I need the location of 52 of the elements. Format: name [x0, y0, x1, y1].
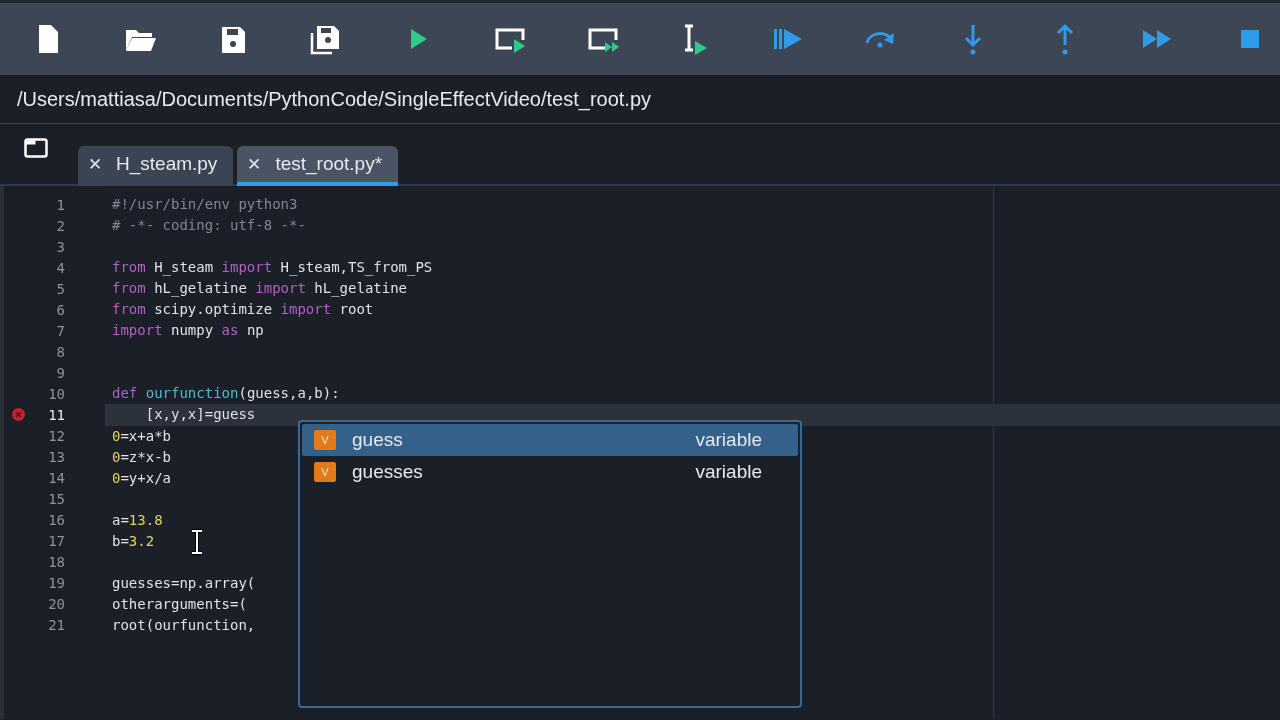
variable-badge: V [314, 462, 336, 482]
code-line: def ourfunction(guess,a,b): [112, 385, 340, 402]
file-path: /Users/mattiasa/Documents/PythonCode/SingleEffectVideo/test_root.py [17, 87, 652, 111]
text-cursor-icon [190, 529, 204, 555]
code-line: 0=x+a*b [112, 427, 171, 444]
line-number: 6 [56, 301, 65, 318]
line-number: 16 [48, 512, 65, 529]
line-number: 19 [48, 575, 65, 592]
line-number: 17 [48, 533, 65, 550]
panel-icon[interactable] [24, 138, 48, 158]
line-number: 7 [56, 322, 65, 339]
code-line: import numpy as np [112, 322, 264, 339]
code-line: a=13.8 [112, 511, 163, 528]
variable-badge: V [314, 430, 336, 450]
line-number: 12 [48, 428, 65, 445]
code-line: # -*- coding: utf-8 -*- [112, 217, 306, 234]
line-number: 5 [56, 280, 65, 297]
code-line: from scipy.optimize import root [112, 301, 374, 318]
line-number: 14 [48, 470, 65, 487]
suggestion-item[interactable]: V guess variable [302, 424, 798, 456]
code-line: guesses=np.array( [112, 574, 256, 591]
suggestion-label: guess [352, 429, 404, 451]
file-tab[interactable]: ✕ test_root.py* [237, 146, 399, 186]
line-number: 10 [48, 385, 65, 402]
line-number: 13 [48, 449, 65, 466]
code-line: 0=z*x-b [112, 448, 171, 465]
line-number: 4 [56, 259, 65, 276]
suggestion-type: variable [695, 461, 762, 483]
code-line: otherarguments=( [112, 595, 247, 612]
code-line: 0=y+x/a [112, 469, 171, 486]
code-line: #!/usr/bin/env python3 [112, 196, 298, 212]
line-number: 11 [48, 407, 65, 423]
line-number: 18 [48, 554, 65, 571]
line-number: 15 [48, 491, 65, 508]
code-line: root(ourfunction, [112, 616, 256, 633]
code-line: [x,y,x]=guess [144, 406, 256, 423]
close-icon[interactable]: ✕ [247, 153, 262, 175]
line-number: 3 [56, 238, 65, 255]
code-line: b=3.2 [112, 532, 155, 549]
line-number: 21 [48, 617, 65, 634]
close-icon[interactable]: ✕ [88, 153, 102, 175]
line-number: 1 [56, 196, 65, 213]
line-number: 9 [56, 364, 65, 381]
line-number: 2 [56, 217, 65, 234]
code-line: from hL_gelatine import hL_gelatine [112, 280, 408, 297]
suggestion-label: guesses [352, 461, 424, 483]
file-tab[interactable]: ✕ H_steam.py [78, 146, 234, 186]
code-line: from H_steam import H_steam,TS_from_PS [112, 259, 433, 276]
line-number: 20 [48, 596, 65, 613]
line-number: 8 [56, 343, 65, 360]
suggestion-item[interactable]: V guesses variable [302, 456, 798, 488]
suggestion-type: variable [695, 429, 762, 451]
